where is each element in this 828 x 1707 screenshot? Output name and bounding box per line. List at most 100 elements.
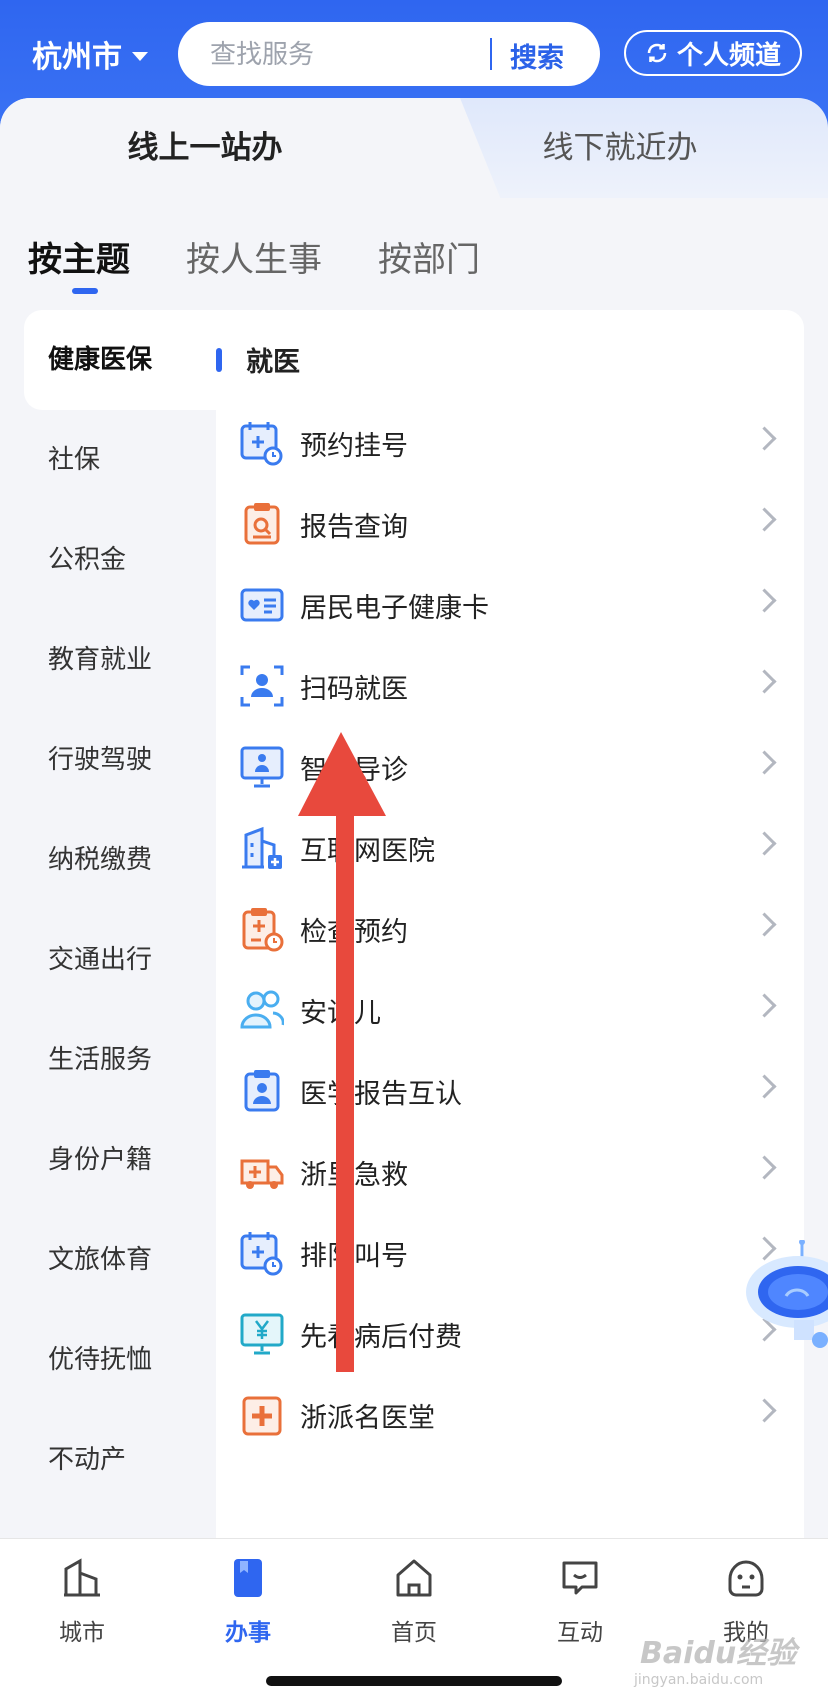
hospital-building-icon bbox=[242, 826, 282, 869]
sidebar-item-life-services[interactable]: 生活服务 bbox=[24, 1010, 216, 1110]
home-icon bbox=[396, 1559, 432, 1597]
service-anzhener[interactable]: 安诊儿 bbox=[216, 967, 804, 1055]
tab-interact-label: 互动 bbox=[557, 1620, 603, 1646]
sidebar-item-driving[interactable]: 行驶驾驶 bbox=[24, 710, 216, 810]
service-label: 浙里急救 bbox=[300, 1160, 408, 1191]
personal-channel-label: 个人频道 bbox=[676, 40, 781, 71]
tab-by-theme[interactable]: 按主题 bbox=[28, 232, 130, 302]
service-report-query[interactable]: 报告查询 bbox=[216, 481, 804, 569]
city-label: 杭州市 bbox=[32, 40, 122, 75]
sidebar-item-real-estate[interactable]: 不动产 bbox=[24, 1410, 216, 1510]
category-tabs: 按主题 按人生事 按部门 bbox=[28, 232, 536, 302]
chat-icon bbox=[562, 1561, 598, 1595]
search-box: 搜索 bbox=[178, 22, 600, 86]
sidebar-item-housing-fund[interactable]: 公积金 bbox=[24, 510, 216, 610]
service-exam-appointment[interactable]: 检查预约 bbox=[216, 886, 804, 974]
service-label: 扫码就医 bbox=[300, 674, 408, 705]
service-pay-after-treatment[interactable]: 先看病后付费 bbox=[216, 1291, 804, 1379]
service-label: 预约挂号 bbox=[300, 431, 408, 462]
service-scan-code-medical[interactable]: 扫码就医 bbox=[216, 643, 804, 731]
mode-tabs: 线上一站办 线下就近办 bbox=[0, 98, 828, 198]
sidebar-item-benefits[interactable]: 优待抚恤 bbox=[24, 1310, 216, 1410]
tab-services[interactable]: 办事 bbox=[188, 1557, 308, 1647]
tab-services-label: 办事 bbox=[225, 1620, 271, 1646]
tab-city[interactable]: 城市 bbox=[22, 1557, 142, 1647]
chevron-right-icon bbox=[752, 588, 777, 613]
service-label: 互联网医院 bbox=[300, 836, 435, 867]
monitor-yen-icon bbox=[240, 1313, 284, 1355]
active-tab-underline bbox=[72, 288, 98, 294]
personal-channel-button[interactable]: 个人频道 bbox=[624, 30, 802, 76]
monitor-doctor-icon bbox=[240, 746, 284, 788]
tab-offline[interactable]: 线下就近办 bbox=[440, 122, 800, 167]
chevron-right-icon bbox=[752, 831, 777, 856]
refresh-icon bbox=[647, 43, 667, 63]
watermark: Baidu经验 bbox=[640, 1636, 797, 1671]
chevron-right-icon bbox=[752, 1398, 777, 1423]
ambulance-icon bbox=[240, 1159, 284, 1189]
service-label: 排队叫号 bbox=[300, 1241, 408, 1272]
service-label: 居民电子健康卡 bbox=[300, 593, 489, 624]
section-title: 就医 bbox=[246, 347, 300, 378]
tab-city-label: 城市 bbox=[59, 1620, 105, 1646]
home-indicator bbox=[266, 1676, 562, 1686]
chevron-right-icon bbox=[752, 426, 777, 451]
chevron-right-icon bbox=[752, 912, 777, 937]
service-internet-hospital[interactable]: 互联网医院 bbox=[216, 805, 804, 893]
service-label: 先看病后付费 bbox=[300, 1322, 462, 1353]
service-report-mutual-recognition[interactable]: 医学报告互认 bbox=[216, 1048, 804, 1136]
sidebar-item-education[interactable]: 教育就业 bbox=[24, 610, 216, 710]
tab-by-life-event[interactable]: 按人生事 bbox=[186, 232, 322, 302]
cross-box-icon bbox=[242, 1396, 282, 1436]
chevron-right-icon bbox=[752, 1074, 777, 1099]
sidebar-item-transport[interactable]: 交通出行 bbox=[24, 910, 216, 1010]
service-famous-doctors[interactable]: 浙派名医堂 bbox=[216, 1372, 804, 1460]
sidebar-item-tax[interactable]: 纳税缴费 bbox=[24, 810, 216, 910]
people-icon bbox=[240, 990, 284, 1029]
tab-interact[interactable]: 互动 bbox=[520, 1557, 640, 1647]
chevron-right-icon bbox=[752, 993, 777, 1018]
service-smart-triage[interactable]: 智能导诊 bbox=[216, 724, 804, 812]
chevron-right-icon bbox=[752, 750, 777, 775]
tab-home-label: 首页 bbox=[391, 1620, 437, 1646]
clipboard-search-icon bbox=[244, 503, 280, 545]
city-selector[interactable]: 杭州市 bbox=[32, 32, 148, 76]
search-button[interactable]: 搜索 bbox=[510, 36, 564, 75]
sidebar-item-culture-sports[interactable]: 文旅体育 bbox=[24, 1210, 216, 1310]
report-person-icon bbox=[244, 1070, 280, 1112]
calendar-clock-icon bbox=[240, 1232, 283, 1276]
assistant-robot-icon[interactable] bbox=[744, 1240, 828, 1368]
sidebar-item-social-security[interactable]: 社保 bbox=[24, 410, 216, 510]
service-label: 安诊儿 bbox=[300, 998, 381, 1029]
section-header: 就医 bbox=[216, 310, 804, 400]
scan-person-icon bbox=[240, 665, 284, 707]
service-health-card[interactable]: 居民电子健康卡 bbox=[216, 562, 804, 650]
health-card-icon bbox=[240, 588, 284, 622]
tab-home[interactable]: 首页 bbox=[354, 1557, 474, 1647]
search-divider bbox=[490, 38, 492, 70]
dropdown-caret-icon bbox=[132, 51, 148, 61]
service-label: 智能导诊 bbox=[300, 755, 408, 786]
service-emergency-rescue[interactable]: 浙里急救 bbox=[216, 1129, 804, 1217]
service-label: 检查预约 bbox=[300, 917, 408, 948]
service-label: 医学报告互认 bbox=[300, 1079, 462, 1110]
face-icon bbox=[728, 1560, 764, 1597]
sidebar-item-identity[interactable]: 身份户籍 bbox=[24, 1110, 216, 1210]
chevron-right-icon bbox=[752, 507, 777, 532]
service-queue-number[interactable]: 排队叫号 bbox=[216, 1210, 804, 1298]
bookmark-icon bbox=[234, 1559, 262, 1597]
tab-by-department[interactable]: 按部门 bbox=[378, 232, 480, 302]
tab-by-theme-label: 按主题 bbox=[28, 240, 130, 280]
sidebar-item-health[interactable]: 健康医保 bbox=[24, 310, 216, 410]
service-appointment-registration[interactable]: 预约挂号 bbox=[216, 400, 804, 488]
chevron-right-icon bbox=[752, 669, 777, 694]
tab-online[interactable]: 线上一站办 bbox=[0, 122, 410, 167]
service-panel: 就医 预约挂号 报告查询 居民电子健康卡 扫码就医 智能导诊 互联网医院 检查预… bbox=[216, 310, 804, 1538]
service-label: 浙派名医堂 bbox=[300, 1403, 435, 1434]
chevron-right-icon bbox=[752, 1155, 777, 1180]
clipboard-clock-icon bbox=[242, 908, 284, 952]
search-input[interactable] bbox=[208, 34, 462, 76]
calendar-clock-icon bbox=[240, 422, 283, 466]
category-sidebar: 健康医保 社保 公积金 教育就业 行驶驾驶 纳税缴费 交通出行 生活服务 身份户… bbox=[24, 310, 216, 1510]
section-marker bbox=[216, 348, 222, 372]
